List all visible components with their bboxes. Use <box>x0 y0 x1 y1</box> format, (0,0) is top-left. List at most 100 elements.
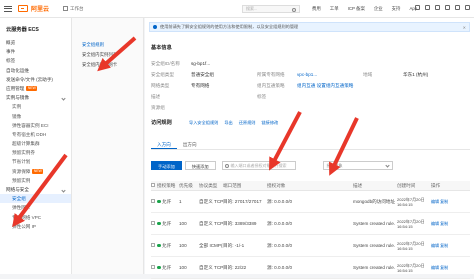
add-rule-button[interactable]: 手动添加 <box>151 161 182 170</box>
info-key: 安全组类型 <box>151 71 174 77</box>
auth-object-select[interactable]: 授权对象 <box>322 161 393 170</box>
subnav-instances[interactable]: 安全组内实例列表 <box>72 50 143 60</box>
row-checkbox[interactable] <box>151 221 155 225</box>
avatar[interactable] <box>465 5 470 10</box>
info-key: 网络类型 <box>151 82 170 88</box>
global-search-input[interactable]: 搜索... <box>242 5 300 13</box>
brand-logo[interactable]: 阿里云 <box>18 4 49 13</box>
info-key: 安全组ID/名称 <box>151 60 180 66</box>
cell-ops[interactable]: 编辑 复制 <box>431 243 469 249</box>
info-key: 资源组 <box>151 104 165 110</box>
top-bar: 阿里云 工作台 搜索... 费用 工单 ICP 备案 企业 支持 App <box>0 0 474 18</box>
col-source: 授权对象 <box>267 182 286 188</box>
sidebar-group[interactable]: 网络与安全 <box>0 185 71 194</box>
nav-icp[interactable]: ICP 备案 <box>348 6 365 12</box>
cell-ops[interactable]: 编辑 复制 <box>431 265 469 271</box>
table-header: 授权策略 优先级 协议类型 端口范围 授权对象 描述 创建时间 操作 <box>151 181 470 191</box>
nav-tickets[interactable]: 工单 <box>330 6 339 12</box>
sidebar-item-label: 应用管理 <box>6 85 25 91</box>
basic-info-grid: 安全组ID/名称 sg-bp1f... 安全组类型 普通安全组 所属专有网络 vpc-bp… <box>151 58 470 113</box>
sidebar-item[interactable]: 弹性公网 IP <box>0 222 71 231</box>
sidebar-group[interactable]: 实例与镜像 <box>0 93 71 102</box>
nav-enterprise[interactable]: 企业 <box>374 6 383 12</box>
info-row: 安全组类型 普通安全组 所属专有网络 vpc-bp1... 地域 华东1 (杭州) <box>151 69 470 80</box>
sidebar-item[interactable]: 自动化运维 <box>0 66 71 75</box>
rules-toolbar: 手动添加 快速添加 输入端口或者授权对象进行搜索 授权对象 <box>151 161 393 170</box>
tab-inbound[interactable]: 入方向 <box>151 140 177 149</box>
col-desc: 描述 <box>353 182 363 188</box>
cell-time: 2022年7月20日 16:54:15 <box>397 240 425 251</box>
cell-source: 源: 0.0.0.0/0 <box>267 264 293 270</box>
workbench-link[interactable]: 工作台 <box>63 6 84 12</box>
cell-desc: System created rule. <box>353 221 396 226</box>
sidebar-item[interactable]: 预留实例券 <box>0 148 71 157</box>
sidebar-item-label: 节省计划 <box>12 159 31 165</box>
info-value[interactable]: 组内互通 设置组内互通策略 <box>297 83 353 89</box>
sidebar-item[interactable]: 事件 <box>0 47 71 56</box>
bell-icon[interactable] <box>425 5 430 10</box>
nav-support[interactable]: 支持 <box>392 6 401 12</box>
menu-icon[interactable] <box>4 5 12 12</box>
sidebar-item[interactable]: 标签 <box>0 56 71 65</box>
table-row: 允许 1 自定义 TCP 目的: 27017/27017 源: 0.0.0.0/0 mon… <box>151 191 470 213</box>
cart-icon[interactable] <box>435 5 440 10</box>
sidebar-item[interactable]: 实例 <box>0 102 71 111</box>
sidebar-item[interactable]: 专有网络 VPC <box>0 213 71 222</box>
export-link[interactable]: 导出 <box>224 120 232 126</box>
sidebar-item[interactable]: 预留实例 <box>0 176 71 185</box>
sidebar-item[interactable]: 镜像 <box>0 112 71 121</box>
sidebar-item-label: 标签 <box>6 58 16 64</box>
cell-priority: 100 <box>179 243 187 248</box>
row-checkbox[interactable] <box>151 199 155 203</box>
sidebar-item-label: 发送命令/文件 (云助手) <box>6 76 53 82</box>
row-checkbox[interactable] <box>151 243 155 247</box>
link-modify[interactable]: 链接修改 <box>261 120 278 126</box>
info-key: 组内互通策略 <box>257 82 285 88</box>
info-value[interactable]: vpc-bp1... <box>297 72 317 77</box>
select-all-checkbox[interactable] <box>151 183 155 187</box>
auth-object-select-label: 授权对象 <box>326 163 343 168</box>
terminal-icon[interactable] <box>415 5 420 10</box>
aliyun-logo-icon <box>18 5 28 12</box>
new-badge: NEW <box>26 86 38 92</box>
policy-text: 允许 <box>162 264 172 270</box>
sidebar-item[interactable]: 节省计划 <box>0 157 71 166</box>
tab-outbound[interactable]: 出方向 <box>177 140 203 149</box>
sidebar-item[interactable]: 超级计算集群 <box>0 139 71 148</box>
sidebar-item[interactable]: 弹性容器实例 ECI <box>0 121 71 130</box>
subnav-rules[interactable]: 安全组规则 <box>72 40 143 50</box>
info-cell: 描述 <box>151 94 257 100</box>
col-port: 端口范围 <box>223 182 242 188</box>
search-icon[interactable] <box>292 7 296 12</box>
close-icon[interactable]: ✕ <box>463 25 466 30</box>
sidebar-item[interactable]: 弹性网卡 <box>0 203 71 212</box>
sidebar-item[interactable]: 发送命令/文件 (云助手) <box>0 75 71 84</box>
sidebar-item[interactable]: 资源保障 NEW <box>0 167 71 176</box>
subnav-eni[interactable]: 安全组内弹性网卡 <box>72 60 143 70</box>
cell-protocol: 自定义 TCP <box>199 264 223 270</box>
sidebar-item-label: 资源保障 <box>12 168 31 174</box>
sidebar-item[interactable]: 专有宿主机 DDH <box>0 130 71 139</box>
cell-ops[interactable]: 编辑 复制 <box>431 221 469 227</box>
cell-priority: 100 <box>179 265 187 270</box>
rule-search-input[interactable]: 输入端口或者授权对象进行搜索 <box>221 161 296 170</box>
restore-rules-link[interactable]: 还原规则 <box>239 120 256 126</box>
rule-search-placeholder: 输入端口或者授权对象进行搜索 <box>230 163 287 168</box>
info-cell: 所属专有网络 vpc-bp1... <box>257 72 363 78</box>
import-rules-link[interactable]: 导入安全组规则 <box>189 120 218 126</box>
info-cell: 标签 <box>257 94 363 100</box>
cell-ops[interactable]: 编辑 复制 <box>431 199 469 205</box>
help-icon[interactable] <box>445 5 450 10</box>
globe-icon[interactable] <box>455 5 460 10</box>
sidebar-item[interactable]: 应用管理 NEW <box>0 84 71 93</box>
nav-fees[interactable]: 费用 <box>312 6 321 12</box>
brand-name: 阿里云 <box>31 7 50 13</box>
direction-tabs: 入方向 出方向 <box>151 140 470 150</box>
row-checkbox[interactable] <box>151 265 155 269</box>
cell-policy: 允许 <box>157 221 179 227</box>
sidebar-item-label: 实例与镜像 <box>6 95 29 101</box>
info-cell: 地域 华东1 (杭州) <box>363 72 469 78</box>
sidebar-item[interactable]: 安全组 <box>0 194 71 204</box>
quick-add-button[interactable]: 快速添加 <box>184 161 216 170</box>
sidebar-item[interactable]: 概览 <box>0 38 71 47</box>
